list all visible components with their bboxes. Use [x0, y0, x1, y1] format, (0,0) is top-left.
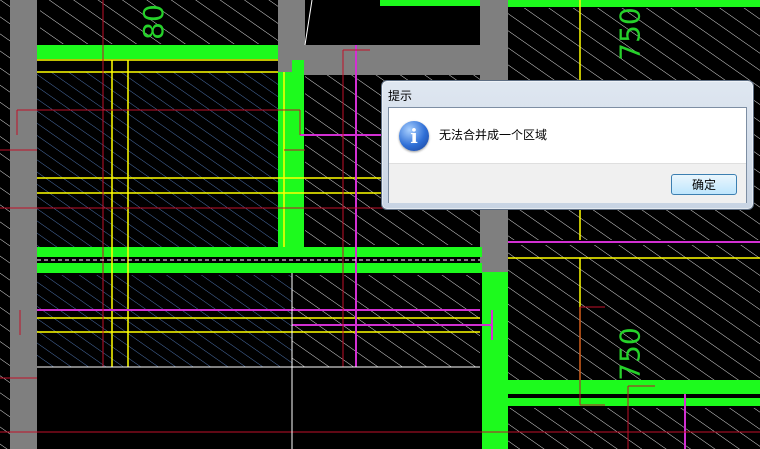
black-bottom: [37, 367, 482, 449]
green-band-3: [37, 247, 482, 257]
green-band-1: [37, 45, 278, 59]
green-band-9: [380, 0, 480, 6]
dialog-client-area: i 无法合并成一个区域 确定: [388, 107, 747, 203]
green-band-6: [482, 272, 508, 449]
green-band-10: [505, 398, 760, 406]
dialog-message: 无法合并成一个区域: [439, 128, 548, 142]
dialog-title: 提示: [388, 89, 413, 103]
dialog-message-area: i 无法合并成一个区域: [389, 108, 746, 163]
slab-hatch-mid: [292, 275, 480, 367]
dimension-label-top: 80: [136, 4, 170, 40]
dimension-label-right-mid: 750: [613, 327, 647, 381]
wall-left: [10, 0, 37, 449]
slab-hatch-selected-1: [37, 72, 278, 247]
dialog-footer: 确定: [389, 163, 746, 203]
wall-top-mid: [278, 45, 508, 75]
green-band-2: [278, 72, 292, 257]
block-top-mid: [305, 0, 480, 45]
info-icon: i: [399, 121, 429, 151]
ok-button[interactable]: 确定: [671, 174, 737, 195]
message-dialog: 提示 i 无法合并成一个区域 确定: [381, 80, 754, 210]
green-band-8: [508, 0, 760, 7]
cad-drawing-canvas[interactable]: [0, 0, 760, 449]
green-band-4: [37, 263, 482, 273]
dimension-label-right-top: 750: [613, 7, 647, 61]
slab-hatch-right-bottom: [508, 408, 760, 449]
green-band-7: [508, 380, 760, 394]
green-band-5: [292, 60, 304, 250]
slab-hatch-left-edge: [0, 0, 10, 449]
slab-hatch-selected-2: [37, 275, 292, 367]
